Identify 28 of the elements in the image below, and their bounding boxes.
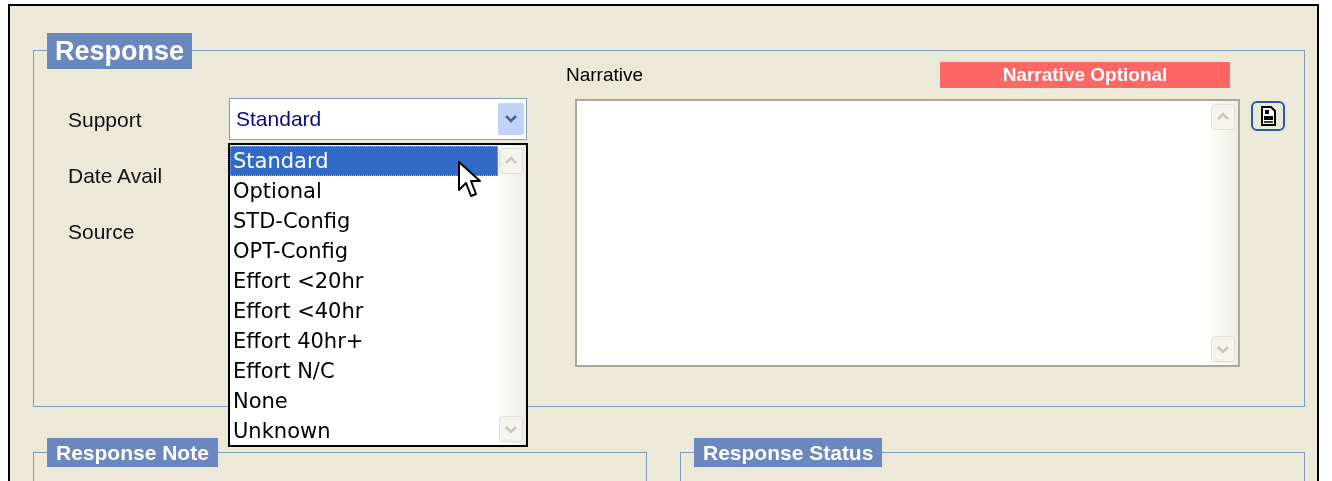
dropdown-option[interactable]: STD-Config xyxy=(230,206,498,236)
field-label: Support xyxy=(68,107,143,132)
dropdown-option[interactable]: Optional xyxy=(230,176,498,206)
scroll-up-icon[interactable] xyxy=(499,148,523,174)
dropdown-option[interactable]: Unknown xyxy=(230,416,498,446)
scroll-up-icon[interactable] xyxy=(1211,104,1235,130)
dropdown-option[interactable]: Effort N/C xyxy=(230,356,498,386)
narrative-label: Narrative xyxy=(566,62,645,87)
mouse-cursor-icon xyxy=(457,160,483,200)
scroll-down-icon[interactable] xyxy=(499,416,523,442)
field-label: Source xyxy=(68,219,136,244)
dropdown-option[interactable]: Effort 40hr+ xyxy=(230,326,498,356)
scroll-down-icon[interactable] xyxy=(1211,336,1235,362)
dropdown-option[interactable]: None xyxy=(230,386,498,416)
narrative-optional-badge: Narrative Optional xyxy=(940,62,1230,88)
section-title: Response Note xyxy=(47,438,218,467)
section-title: Response xyxy=(47,33,193,69)
scrollbar[interactable] xyxy=(498,145,526,445)
field-label: Date Avail xyxy=(68,163,164,188)
narrative-textarea[interactable] xyxy=(575,99,1240,367)
chevron-down-icon xyxy=(498,103,524,135)
dropdown-option[interactable]: Standard xyxy=(230,146,498,176)
dropdown-option[interactable]: Effort <20hr xyxy=(230,266,498,296)
support-dropdown[interactable]: Standard xyxy=(229,98,527,140)
document-icon[interactable] xyxy=(1251,101,1285,131)
dropdown-option[interactable]: Effort <40hr xyxy=(230,296,498,326)
dropdown-option[interactable]: OPT-Config xyxy=(230,236,498,266)
section-title: Response Status xyxy=(694,438,883,467)
